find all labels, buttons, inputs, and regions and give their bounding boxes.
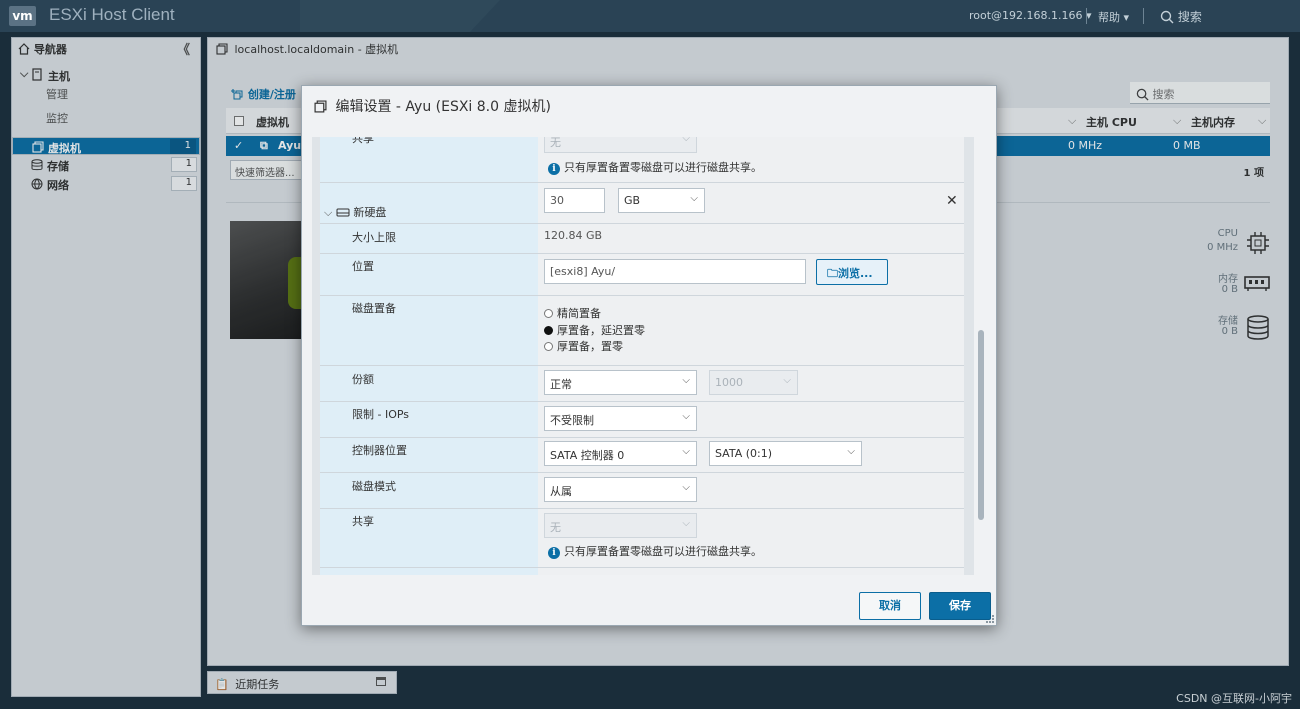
remove-disk-icon[interactable]: ✕ — [946, 193, 958, 209]
provision-thin-radio[interactable]: 精简置备 — [544, 305, 601, 321]
max-size-value: 120.84 GB — [544, 229, 603, 242]
dialog-title-text: 编辑设置 - Ayu (ESXi 8.0 虚拟机) — [335, 99, 551, 115]
partial-sharing-select: 无 ⌵ — [544, 137, 697, 153]
radio-button — [544, 326, 553, 335]
shares-number-select: 1000 ⌵ — [709, 370, 798, 395]
chevron-down-icon: ⌵ — [324, 206, 333, 219]
info-icon: i — [548, 163, 560, 175]
chevron-down-icon: ⌵ — [682, 518, 690, 529]
info-text: 只有厚置备置零磁盘可以进行磁盘共享。 — [564, 161, 762, 174]
row-divider — [320, 295, 964, 296]
select-value: 1000 — [715, 376, 743, 389]
select-value: 无 — [550, 521, 561, 534]
disk-size-unit-select[interactable]: GB ⌵ — [618, 188, 705, 213]
top-bar-decoration — [300, 0, 500, 32]
settings-scrollbar[interactable] — [978, 330, 984, 520]
radio-label: 精简置备 — [557, 307, 601, 320]
browse-label: 浏览... — [838, 267, 873, 280]
row-divider — [320, 401, 964, 402]
settings-label-column — [320, 137, 538, 575]
radio-button — [544, 342, 553, 351]
row-divider — [320, 437, 964, 438]
row-divider — [320, 365, 964, 366]
cancel-button[interactable]: 取消 — [859, 592, 921, 620]
app-title: ESXi Host Client — [49, 5, 175, 24]
top-search-label: 搜索 — [1177, 10, 1202, 24]
vm-icon — [314, 100, 327, 113]
location-input[interactable]: [esxi8] Ayu/ — [544, 259, 806, 284]
location-label: 位置 — [352, 260, 374, 273]
info-text: 只有厚置备置零磁盘可以进行磁盘共享。 — [564, 545, 762, 558]
provisioning-label: 磁盘置备 — [352, 302, 396, 315]
search-icon — [1160, 10, 1174, 24]
chevron-down-icon: ⌵ — [682, 482, 690, 493]
browse-button[interactable]: 🗀浏览... — [816, 259, 888, 285]
vmware-logo: vm — [9, 6, 36, 26]
edit-settings-dialog: 编辑设置 - Ayu (ESXi 8.0 虚拟机) 共享 无 ⌵ i 只有厚置备置零… — [301, 85, 997, 626]
top-search[interactable]: 搜索 — [1160, 8, 1202, 25]
row-divider — [320, 508, 964, 509]
shares-label: 份额 — [352, 373, 374, 386]
settings-scroll-area: 共享 无 ⌵ i 只有厚置备置零磁盘可以进行磁盘共享。 ⌵ 新硬盘 30 GB ⌵ ✕… — [312, 137, 974, 575]
hard-disk-icon — [336, 208, 350, 217]
select-value: GB — [624, 194, 641, 207]
row-divider — [320, 182, 964, 183]
provision-thick-lazy-radio[interactable]: 厚置备，延迟置零 — [544, 322, 645, 338]
save-button[interactable]: 保存 — [929, 592, 991, 620]
top-separator — [1086, 8, 1087, 24]
row-divider — [320, 223, 964, 224]
select-value: 不受限制 — [550, 414, 594, 427]
chevron-down-icon: ⌵ — [682, 375, 690, 386]
top-bar: vm ESXi Host Client root@192.168.1.166 ▾… — [0, 0, 1300, 32]
row-divider — [320, 253, 964, 254]
select-value: 从属 — [550, 485, 572, 498]
chevron-down-icon: ⌵ — [682, 137, 690, 144]
folder-icon: 🗀 — [827, 267, 838, 280]
new-disk-label: 新硬盘 — [353, 206, 387, 219]
help-menu[interactable]: 帮助 ▾ — [1098, 9, 1129, 25]
top-separator — [1143, 8, 1144, 24]
row-divider — [320, 472, 964, 473]
disk-size-input[interactable]: 30 — [544, 188, 605, 213]
provision-thick-eager-radio[interactable]: 厚置备，置零 — [544, 338, 623, 354]
max-size-label: 大小上限 — [352, 231, 396, 244]
chevron-down-icon: ⌵ — [690, 193, 698, 204]
controller-slot-select[interactable]: SATA (0:1) ⌵ — [709, 441, 862, 466]
sharing-info: i 只有厚置备置零磁盘可以进行磁盘共享。 — [548, 543, 762, 559]
chevron-down-icon: ⌵ — [682, 411, 690, 422]
select-value: 无 — [550, 137, 561, 149]
resize-handle[interactable] — [986, 615, 994, 623]
dialog-title: 编辑设置 - Ayu (ESXi 8.0 虚拟机) — [314, 96, 551, 116]
partial-sharing-label: 共享 — [352, 137, 374, 145]
iops-limit-label: 限制 - IOPs — [352, 408, 410, 421]
iops-limit-select[interactable]: 不受限制 ⌵ — [544, 406, 697, 431]
radio-button — [544, 309, 553, 318]
new-disk-header[interactable]: ⌵ 新硬盘 — [324, 204, 386, 220]
disk-mode-label: 磁盘模式 — [352, 480, 396, 493]
radio-label: 厚置备，延迟置零 — [557, 324, 645, 337]
sharing-select: 无 ⌵ — [544, 513, 697, 538]
controller-location-label: 控制器位置 — [352, 444, 407, 457]
info-icon: i — [548, 547, 560, 559]
select-value: SATA (0:1) — [715, 447, 773, 460]
disk-mode-select[interactable]: 从属 ⌵ — [544, 477, 697, 502]
select-value: 正常 — [550, 378, 572, 391]
select-value: SATA 控制器 0 — [550, 449, 625, 462]
controller-select[interactable]: SATA 控制器 0 ⌵ — [544, 441, 697, 466]
chevron-down-icon: ⌵ — [783, 375, 791, 386]
partial-sharing-info: i 只有厚置备置零磁盘可以进行磁盘共享。 — [548, 159, 762, 175]
user-menu[interactable]: root@192.168.1.166 ▾ — [969, 9, 1092, 22]
radio-label: 厚置备，置零 — [557, 340, 623, 353]
sharing-label: 共享 — [352, 515, 374, 528]
chevron-down-icon: ⌵ — [847, 446, 855, 457]
row-divider — [320, 567, 964, 568]
shares-select[interactable]: 正常 ⌵ — [544, 370, 697, 395]
chevron-down-icon: ⌵ — [682, 446, 690, 457]
